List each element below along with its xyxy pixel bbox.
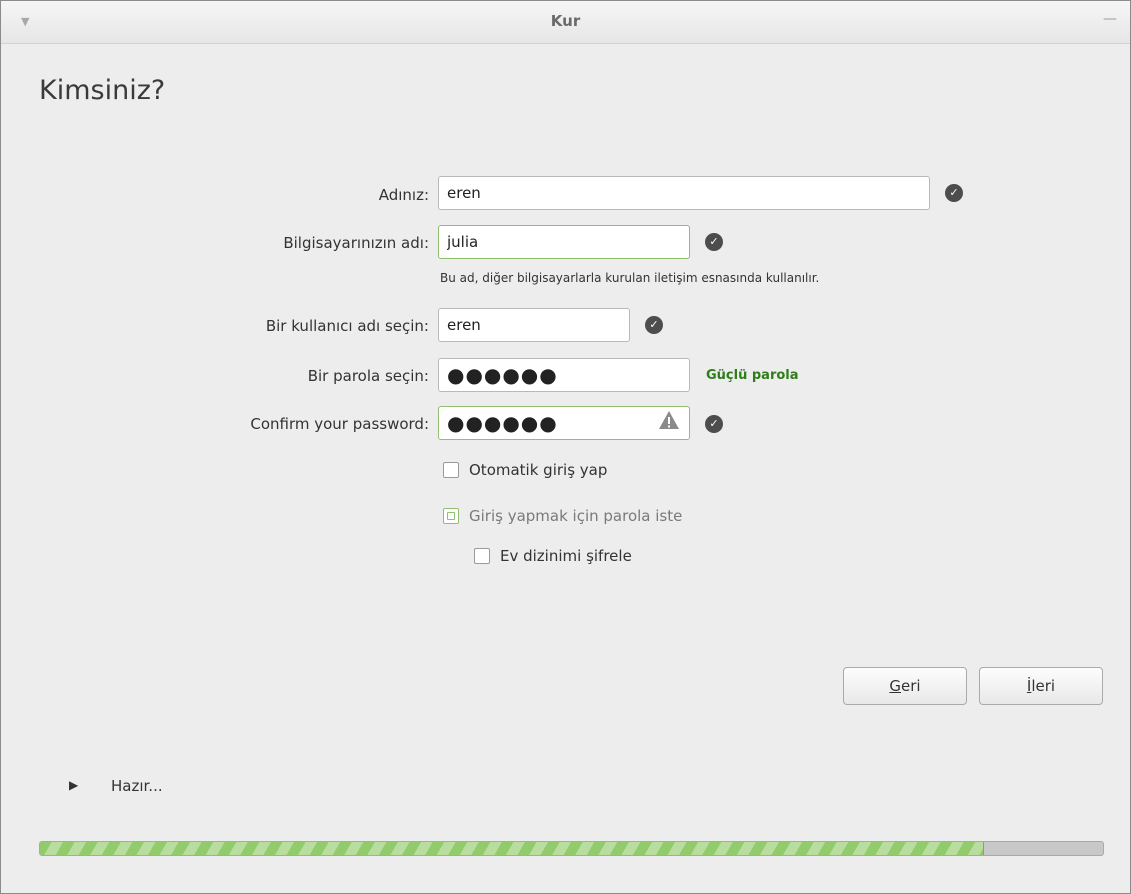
name-input[interactable]: [438, 176, 930, 210]
progress-fill: [40, 842, 984, 855]
username-label: Bir kullanıcı adı seçin:: [265, 317, 429, 335]
confirm-password-input[interactable]: ●●●●●●: [438, 406, 690, 440]
page-title: Kimsiniz?: [39, 75, 166, 106]
progress-bar: [39, 841, 1104, 856]
next-button-label: leri: [1031, 677, 1056, 695]
check-icon: ✓: [705, 415, 723, 433]
require-password-checkbox[interactable]: [443, 508, 459, 524]
name-label: Adınız:: [378, 186, 429, 204]
back-button-mnemonic: G: [889, 677, 902, 695]
status-text: Hazır...: [111, 777, 163, 795]
username-input[interactable]: [438, 308, 630, 342]
check-icon: ✓: [705, 233, 723, 251]
autologin-option[interactable]: Otomatik giriş yap: [443, 461, 607, 479]
next-button[interactable]: İleri: [979, 667, 1103, 705]
password-strength: Güçlü parola: [706, 368, 799, 383]
require-password-label: Giriş yapmak için parola iste: [469, 507, 683, 525]
require-password-option[interactable]: Giriş yapmak için parola iste: [443, 507, 682, 525]
computer-name-input[interactable]: [438, 225, 690, 259]
back-button-label: eri: [901, 677, 921, 695]
check-icon: ✓: [945, 184, 963, 202]
triangle-right-icon[interactable]: ▶: [69, 778, 78, 792]
autologin-label: Otomatik giriş yap: [469, 461, 608, 479]
encrypt-home-option[interactable]: Ev dizinimi şifrele: [474, 547, 632, 565]
autologin-checkbox[interactable]: [443, 462, 459, 478]
minimize-icon[interactable]: —: [1103, 11, 1117, 27]
installer-window: ▼ Kur — Kimsiniz? Adınız: ✓ Bilgisayarın…: [0, 0, 1131, 894]
confirm-password-label: Confirm your password:: [250, 415, 429, 433]
encrypt-home-label: Ev dizinimi şifrele: [500, 547, 632, 565]
computer-name-label: Bilgisayarınızın adı:: [283, 234, 429, 252]
titlebar: ▼ Kur —: [1, 1, 1130, 44]
check-icon: ✓: [645, 316, 663, 334]
password-label: Bir parola seçin:: [307, 367, 429, 385]
window-title: Kur: [550, 12, 581, 30]
encrypt-home-checkbox[interactable]: [474, 548, 490, 564]
back-button[interactable]: Geri: [843, 667, 967, 705]
warning-icon: [659, 411, 679, 429]
computer-name-hint: Bu ad, diğer bilgisayarlarla kurulan ile…: [440, 271, 820, 285]
password-input[interactable]: ●●●●●●: [438, 358, 690, 392]
